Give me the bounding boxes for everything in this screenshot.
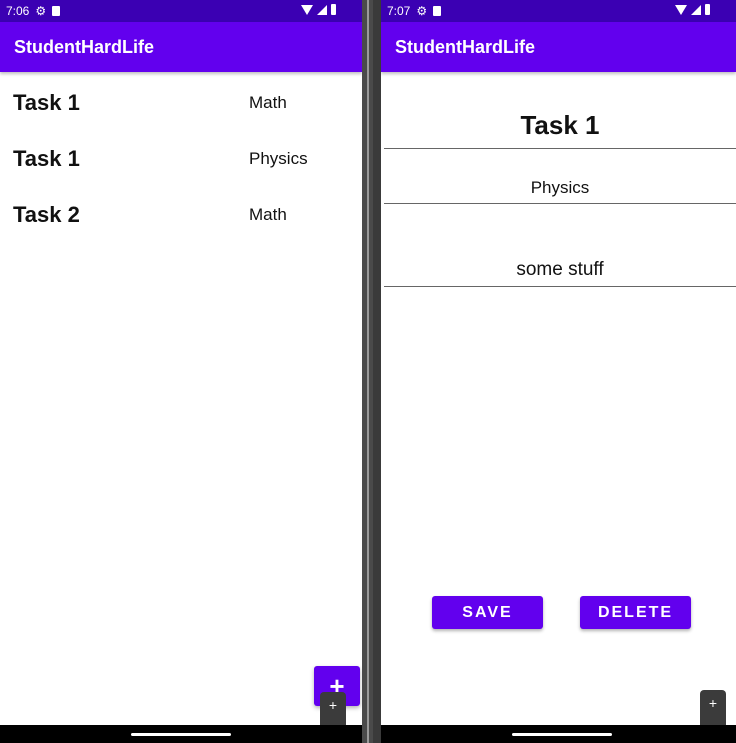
- wifi-icon: [675, 4, 687, 15]
- task-row[interactable]: Task 1 Physics: [0, 138, 362, 194]
- cell-signal-icon: [317, 4, 327, 15]
- task-notes-field[interactable]: some stuff: [384, 259, 736, 287]
- task-subject-field[interactable]: Physics: [384, 178, 736, 204]
- task-title: Task 1: [13, 146, 80, 171]
- cell-signal-icon: [691, 4, 701, 15]
- home-gesture-handle[interactable]: [131, 733, 231, 736]
- task-title: Task 2: [13, 202, 80, 227]
- phone-screen-detail: 7:07 ⚙ StudentHardLife Task 1 Physics so…: [381, 0, 736, 743]
- status-icons: [301, 4, 336, 15]
- save-button[interactable]: SAVE: [432, 596, 543, 629]
- settings-gear-icon: ⚙: [416, 4, 428, 18]
- app-bar: StudentHardLife: [0, 22, 362, 72]
- status-bar: 7:07 ⚙: [381, 0, 736, 22]
- settings-gear-icon: ⚙: [35, 4, 47, 18]
- status-time: 7:07: [387, 4, 411, 18]
- battery-icon: [705, 4, 710, 15]
- task-title-field[interactable]: Task 1: [384, 110, 736, 149]
- task-row[interactable]: Task 2 Math: [0, 194, 362, 250]
- task-title: Task 1: [13, 90, 80, 115]
- status-icons: [675, 4, 710, 15]
- sd-card-icon: [52, 6, 61, 16]
- delete-button[interactable]: DELETE: [580, 596, 691, 629]
- divider-stripe: [367, 0, 369, 743]
- sd-card-icon: [433, 6, 442, 16]
- navigation-bar: [0, 725, 362, 743]
- battery-icon: [331, 4, 336, 15]
- task-subject: Physics: [249, 149, 308, 168]
- zoom-in-button[interactable]: +: [709, 695, 717, 711]
- home-gesture-handle[interactable]: [512, 733, 612, 736]
- app-bar: StudentHardLife: [381, 22, 736, 72]
- zoom-in-button[interactable]: +: [329, 697, 337, 713]
- navigation-bar: [381, 725, 736, 743]
- app-title: StudentHardLife: [14, 36, 155, 57]
- phone-screen-list: 7:06 ⚙ StudentHardLife Task 1 Math Task …: [0, 0, 362, 743]
- wifi-icon: [301, 4, 313, 15]
- task-subject: Math: [249, 93, 287, 112]
- status-bar: 7:06 ⚙: [0, 0, 362, 22]
- status-time: 7:06: [6, 4, 30, 18]
- task-row[interactable]: Task 1 Math: [0, 82, 362, 138]
- app-title: StudentHardLife: [395, 36, 536, 57]
- task-list: Task 1 Math Task 1 Physics Task 2 Math: [0, 82, 362, 250]
- task-subject: Math: [249, 205, 287, 224]
- emulator-stage: 7:06 ⚙ StudentHardLife Task 1 Math Task …: [0, 0, 736, 743]
